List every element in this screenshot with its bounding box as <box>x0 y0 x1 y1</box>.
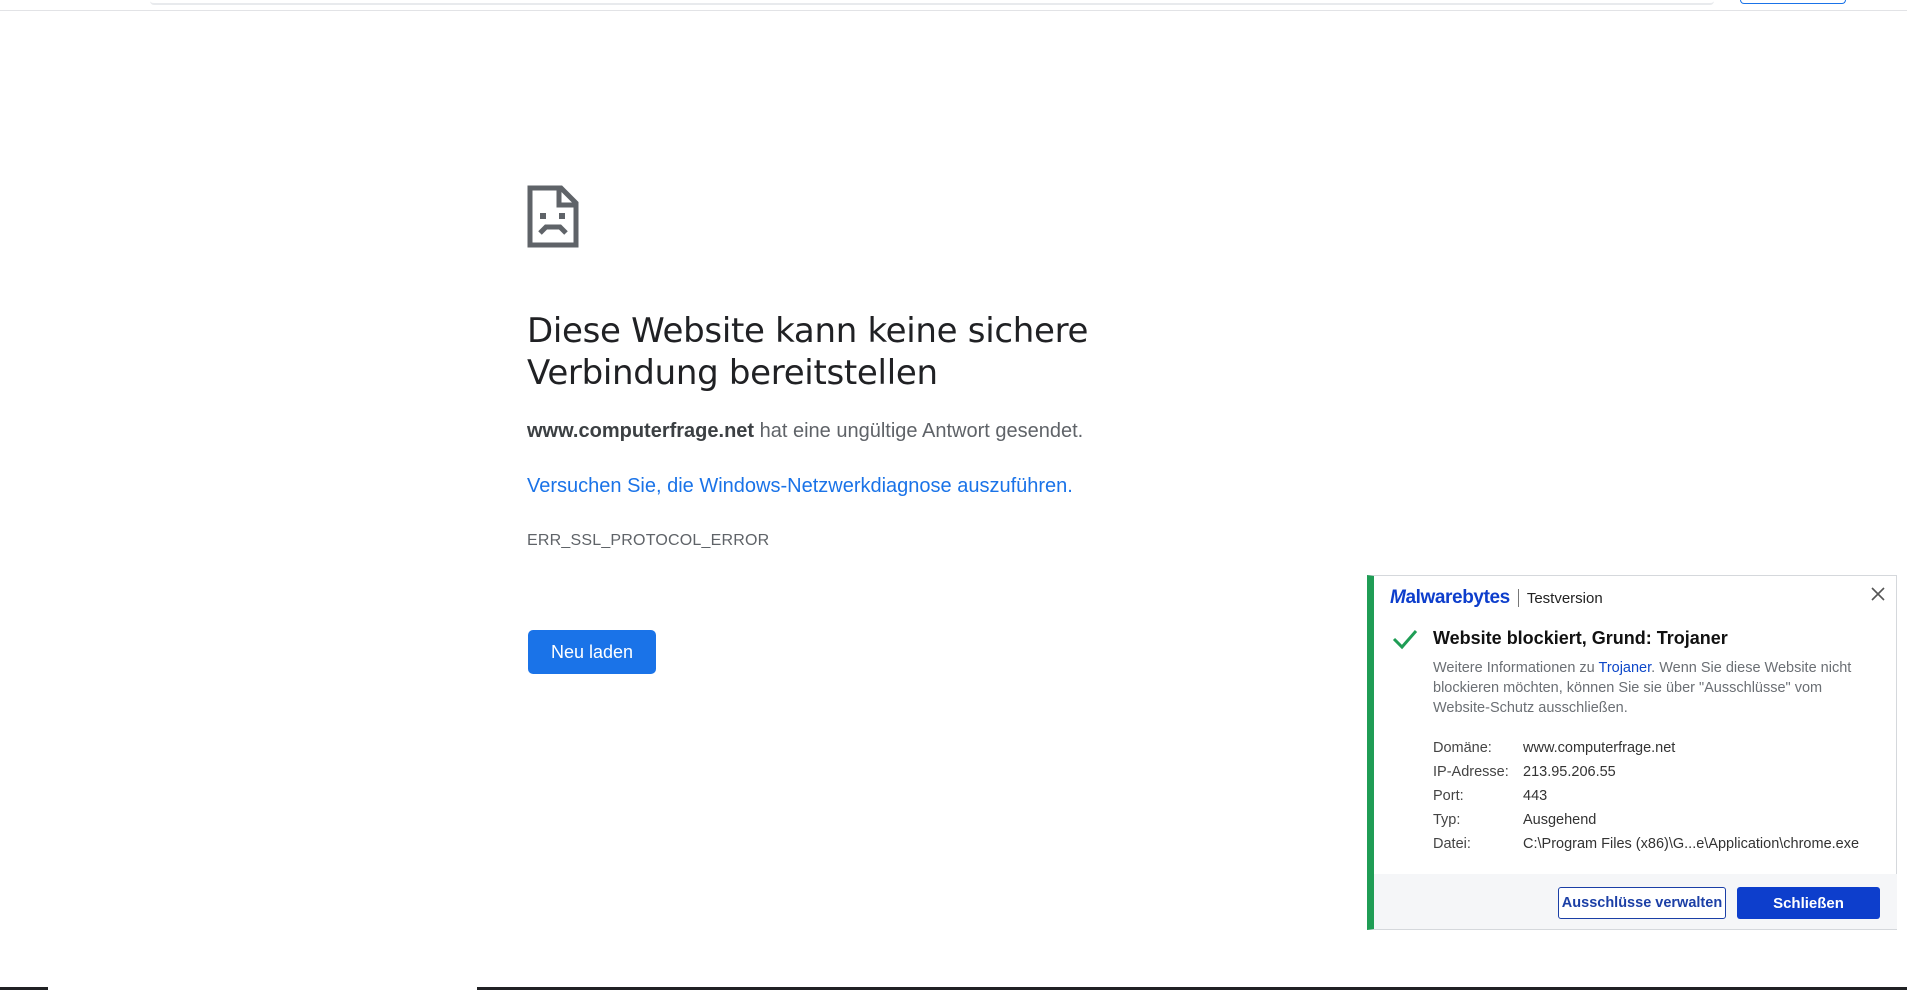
detail-row: Port: 443 <box>1433 784 1859 808</box>
block-details: Domäne: www.computerfrage.net IP-Adresse… <box>1433 736 1859 856</box>
error-code: ERR_SSL_PROTOCOL_ERROR <box>527 532 770 549</box>
error-domain: www.computerfrage.net <box>527 420 755 442</box>
detail-value: C:\Program Files (x86)\G...e\Application… <box>1523 836 1860 852</box>
close-button[interactable]: Schließen <box>1737 887 1880 919</box>
error-description: www.computerfrage.net hat eine ungültige… <box>527 420 1083 443</box>
malwarebytes-notification: Malwarebytes Testversion Website blockie… <box>1367 575 1897 930</box>
detail-value: www.computerfrage.net <box>1523 740 1676 756</box>
detail-value: 213.95.206.55 <box>1523 764 1616 780</box>
checkmark-icon <box>1392 630 1418 650</box>
notification-info: Weitere Informationen zu Trojaner. Wenn … <box>1433 658 1883 718</box>
manage-exclusions-button[interactable]: Ausschlüsse verwalten <box>1558 887 1726 919</box>
detail-row: Domäne: www.computerfrage.net <box>1433 736 1859 760</box>
detail-row: IP-Adresse: 213.95.206.55 <box>1433 760 1859 784</box>
trojaner-link[interactable]: Trojaner <box>1599 660 1652 676</box>
detail-label: IP-Adresse: <box>1433 764 1509 780</box>
reload-button[interactable]: Neu laden <box>528 630 656 674</box>
detail-label: Domäne: <box>1433 740 1492 756</box>
network-diagnose-link[interactable]: Versuchen Sie, die Windows-Netzwerkdiagn… <box>527 475 1073 498</box>
sad-page-icon <box>527 185 579 248</box>
error-description-text: hat eine ungültige Antwort gesendet. <box>754 420 1084 442</box>
malwarebytes-logo: Malwarebytes <box>1390 587 1510 608</box>
malwarebytes-header: Malwarebytes Testversion <box>1390 586 1603 610</box>
detail-value: Ausgehend <box>1523 812 1597 828</box>
detail-label: Port: <box>1433 788 1464 804</box>
detail-label: Typ: <box>1433 812 1461 828</box>
detail-row: Typ: Ausgehend <box>1433 808 1859 832</box>
detail-label: Datei: <box>1433 836 1471 852</box>
header-divider <box>1517 589 1519 607</box>
address-bar[interactable] <box>150 0 1714 5</box>
close-icon[interactable] <box>1868 584 1888 604</box>
toolbar-button[interactable] <box>1740 0 1846 4</box>
browser-toolbar-remnant <box>0 0 1907 11</box>
detail-row: Datei: C:\Program Files (x86)\G...e\Appl… <box>1433 832 1859 856</box>
page-title: Diese Website kann keine sichere Verbind… <box>527 311 1089 393</box>
version-label: Testversion <box>1526 589 1603 607</box>
notification-title: Website blockiert, Grund: Trojaner <box>1433 628 1728 648</box>
detail-value: 443 <box>1523 788 1548 804</box>
info-prefix: Weitere Informationen zu <box>1433 660 1599 676</box>
notification-footer: Ausschlüsse verwalten Schließen <box>1374 874 1897 929</box>
